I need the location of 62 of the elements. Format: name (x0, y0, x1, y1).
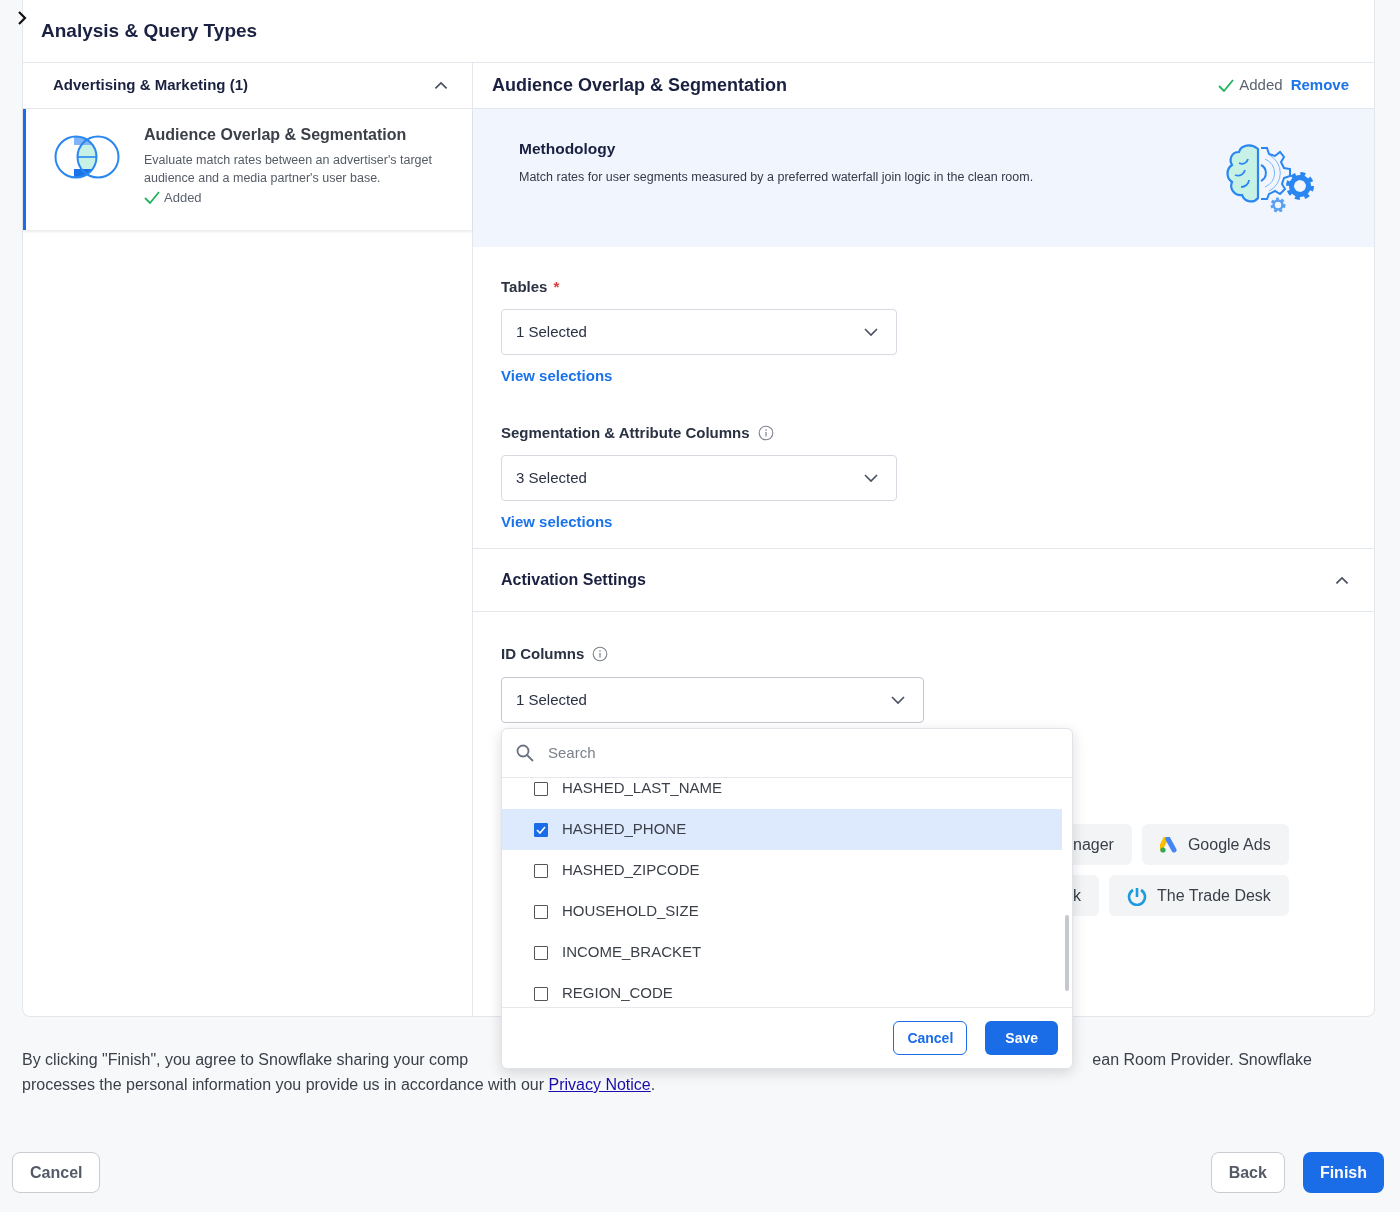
checkbox[interactable] (534, 781, 548, 796)
destination-chip[interactable]: nager (1073, 824, 1132, 865)
chevron-down-icon (891, 695, 905, 705)
venn-diagram-icon (54, 135, 120, 179)
privacy-notice-link[interactable]: Privacy Notice (548, 1076, 651, 1093)
cancel-button[interactable]: Cancel (12, 1152, 101, 1193)
option-label[interactable]: REGION_CODE (562, 982, 673, 1005)
checkbox[interactable] (534, 904, 548, 919)
triangle-logo-icon (1159, 836, 1178, 853)
check-icon (536, 825, 546, 834)
finish-button[interactable]: Finish (1302, 1152, 1384, 1193)
option-label[interactable]: HASHED_PHONE (562, 818, 687, 841)
added-status: Added (144, 187, 202, 208)
chevron-up-icon[interactable] (434, 81, 448, 90)
search-icon (516, 744, 534, 762)
cancel-button[interactable]: Cancel (893, 1021, 968, 1055)
check-icon (1218, 79, 1235, 92)
select-field[interactable]: 1 Selected (501, 309, 897, 355)
select-field[interactable]: 1 Selected (501, 677, 924, 723)
scrollbar[interactable] (1065, 915, 1069, 991)
destination-chip[interactable]: The Trade Desk (1109, 875, 1289, 916)
consent-text: processes the personal information you provide us in accordance with our Privacy Notice. (22, 1075, 657, 1095)
back-button[interactable]: Back (1210, 1152, 1285, 1193)
panel-title: Analysis & Query Types (41, 18, 258, 43)
methodology-text: Match rates for user segments measured by a preferred waterfall join logic in the clean room. (519, 169, 1034, 187)
detail-title: Audience Overlap & Segmentation (492, 74, 788, 97)
info-icon[interactable] (592, 646, 609, 663)
category-header[interactable]: Advertising & Marketing (1) (23, 63, 472, 109)
view-selections-link[interactable]: View selections (501, 365, 613, 388)
section-header[interactable]: Activation Settings (473, 549, 1374, 612)
check-icon (144, 191, 160, 204)
option-label[interactable]: HASHED_ZIPCODE (562, 859, 700, 882)
consent-text: By clicking "Finish", you agree to Snowflake sharing your comp (22, 1050, 469, 1070)
option-label[interactable]: INCOME_BRACKET (562, 941, 702, 964)
field-label: ID Columns (501, 644, 585, 664)
option-label[interactable]: HASHED_LAST_NAME (562, 778, 723, 800)
option-label[interactable]: HOUSEHOLD_SIZE (562, 900, 699, 923)
search-field[interactable]: Search (546, 740, 1034, 766)
checkbox[interactable] (534, 945, 548, 960)
required-mark: * (553, 277, 560, 297)
chevron-down-icon (864, 327, 878, 337)
checkbox[interactable] (534, 863, 548, 878)
query-description: Evaluate match rates between an advertiser's target audience and a media partner's user base. (144, 152, 433, 187)
field-label: Segmentation & Attribute Columns (501, 423, 750, 443)
info-icon[interactable] (757, 425, 774, 442)
view-selections-link[interactable]: View selections (501, 511, 613, 534)
chevron-right-icon[interactable] (17, 11, 27, 25)
destination-chip[interactable]: Google Ads (1141, 824, 1289, 865)
field-label: Tables (501, 277, 548, 297)
chevron-up-icon[interactable] (1335, 575, 1349, 585)
consent-text: ean Room Provider. Snowflake (1092, 1050, 1312, 1070)
checkbox[interactable] (534, 822, 548, 837)
checkbox[interactable] (534, 986, 548, 1001)
remove-link[interactable]: Remove (1290, 74, 1349, 97)
destination-chip[interactable]: k (1073, 875, 1099, 916)
methodology-title: Methodology (519, 139, 617, 159)
select-field[interactable]: 3 Selected (501, 455, 897, 501)
query-title: Audience Overlap & Segmentation (144, 125, 408, 145)
power-logo-icon (1127, 885, 1147, 906)
save-button[interactable]: Save (985, 1021, 1058, 1055)
chevron-down-icon (864, 473, 878, 483)
added-status: Added (1218, 74, 1283, 97)
